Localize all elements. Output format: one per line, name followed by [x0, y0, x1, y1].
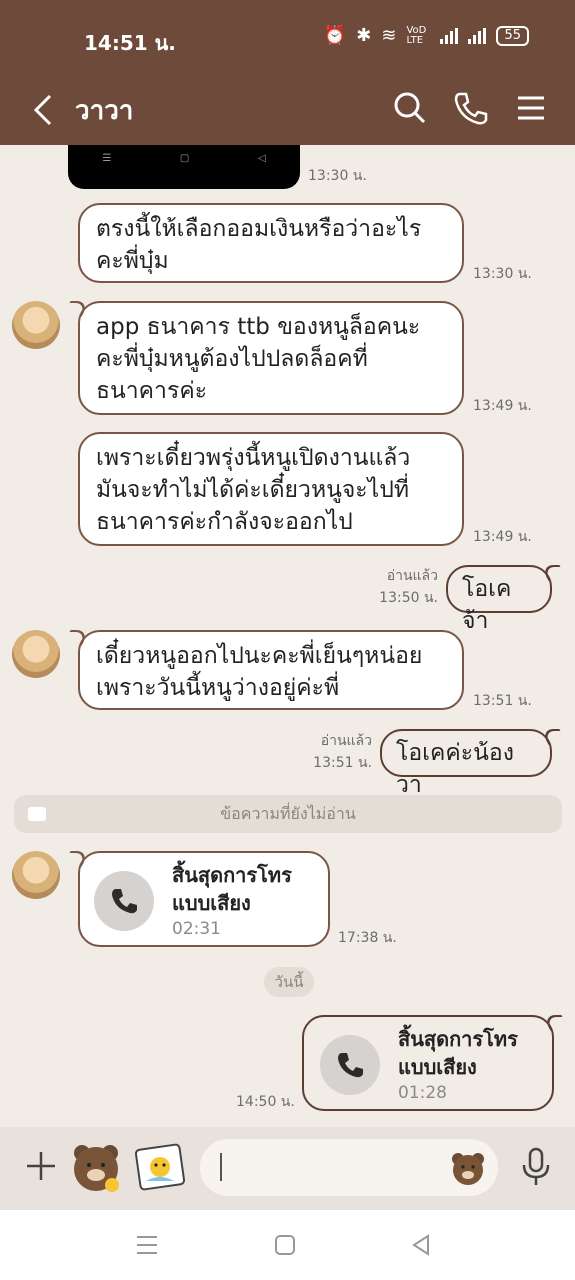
- thumbnail-nav: ☰ ▢ ◁: [102, 153, 266, 164]
- search-icon[interactable]: [388, 86, 432, 130]
- avatar[interactable]: [12, 301, 60, 349]
- wifi-icon: ≋: [381, 25, 397, 46]
- outgoing-message[interactable]: โอเคค่ะน้องวา: [380, 729, 552, 798]
- incoming-message[interactable]: เพราะเดี๋ยวพรุ่งนี้หนูเปิดงานแล้ว มันจะท…: [78, 432, 464, 546]
- alarm-icon: ⏰: [323, 25, 347, 46]
- chat-header: วาวา: [0, 78, 575, 145]
- message-input-bar: [0, 1127, 575, 1210]
- message-input[interactable]: [200, 1139, 498, 1196]
- back-arrow-icon[interactable]: [30, 88, 60, 132]
- incoming-message[interactable]: app ธนาคาร ttb ของหนูล็อคนะคะพี่บุ๋มหนูต…: [78, 301, 464, 415]
- top-bar: 14:51 น. ⏰ ✱ ≋ VoD LTE 55 วาวา: [0, 0, 575, 145]
- voice-call-message[interactable]: สิ้นสุดการโทร แบบเสียง 01:28: [302, 1015, 554, 1111]
- read-receipt: อ่านแล้ว 13:50 น.: [360, 565, 438, 609]
- phone-call-icon[interactable]: [448, 86, 492, 130]
- outgoing-message[interactable]: โอเคจ้า: [446, 565, 552, 634]
- status-time: 14:51 น.: [84, 31, 176, 55]
- signal-icon: [440, 27, 459, 44]
- image-message-thumbnail[interactable]: ☰ ▢ ◁: [68, 145, 300, 189]
- message-time: 13:50 น.: [379, 590, 438, 606]
- read-label: อ่านแล้ว: [386, 568, 438, 584]
- chat-area[interactable]: ☰ ▢ ◁ 13:30 น. ตรงนี้ให้เลือกออมเงินหรือว่…: [0, 145, 575, 1127]
- signal-icon-2: [468, 27, 487, 44]
- read-label: อ่านแล้ว: [320, 733, 372, 749]
- avatar[interactable]: [12, 851, 60, 899]
- status-bar: 14:51 น. ⏰ ✱ ≋ VoD LTE 55: [0, 0, 575, 78]
- message-time: 13:30 น.: [473, 266, 532, 282]
- incoming-message[interactable]: ตรงนี้ให้เลือกออมเงินหรือว่าอะไรคะพี่บุ๋…: [78, 203, 464, 283]
- text-caret: [220, 1153, 222, 1181]
- call-icon-circle: [320, 1035, 380, 1095]
- incoming-message[interactable]: เดี๋ยวหนูออกไปนะคะพี่เย็นๆหน่อย เพราะวัน…: [78, 630, 464, 710]
- call-title: สิ้นสุดการโทร แบบเสียง: [172, 863, 292, 915]
- message-time: 13:49 น.: [473, 398, 532, 414]
- unread-label: ข้อความที่ยังไม่อ่าน: [220, 803, 356, 823]
- message-time: 13:51 น.: [313, 755, 372, 771]
- tag-icon: [28, 807, 46, 821]
- message-time: 17:38 น.: [338, 930, 397, 946]
- network-label: VoD LTE: [406, 24, 427, 46]
- call-duration: 01:28: [398, 1083, 447, 1103]
- system-nav-bar: [0, 1210, 575, 1280]
- avatar[interactable]: [12, 630, 60, 678]
- menu-icon[interactable]: [508, 86, 552, 130]
- sticker-bear-icon[interactable]: [68, 1139, 124, 1195]
- message-time: 14:50 น.: [236, 1094, 295, 1110]
- microphone-icon[interactable]: [520, 1147, 552, 1187]
- back-icon[interactable]: [408, 1232, 434, 1258]
- phone-icon: [338, 1053, 363, 1078]
- image-sticker-icon[interactable]: [132, 1139, 188, 1195]
- phone-icon: [112, 889, 137, 914]
- day-divider: วันนี้: [264, 967, 314, 997]
- emoji-bear-icon[interactable]: [448, 1148, 488, 1188]
- message-time: 13:51 น.: [473, 693, 532, 709]
- read-receipt: อ่านแล้ว 13:51 น.: [294, 730, 372, 774]
- call-duration: 02:31: [172, 919, 221, 939]
- message-time: 13:49 น.: [473, 529, 532, 545]
- unread-divider: ข้อความที่ยังไม่อ่าน: [14, 795, 562, 833]
- message-time: 13:30 น.: [308, 168, 367, 184]
- chat-title: วาวา: [75, 96, 134, 126]
- recent-apps-icon[interactable]: [134, 1232, 160, 1258]
- battery-icon: 55: [496, 25, 529, 46]
- plus-icon[interactable]: [24, 1149, 58, 1183]
- voice-call-message[interactable]: สิ้นสุดการโทร แบบเสียง 02:31: [78, 851, 330, 947]
- bluetooth-icon: ✱: [356, 25, 372, 46]
- call-icon-circle: [94, 871, 154, 931]
- call-title: สิ้นสุดการโทร แบบเสียง: [398, 1027, 518, 1079]
- status-icons: ⏰ ✱ ≋ VoD LTE 55: [324, 25, 529, 46]
- home-icon[interactable]: [272, 1232, 298, 1258]
